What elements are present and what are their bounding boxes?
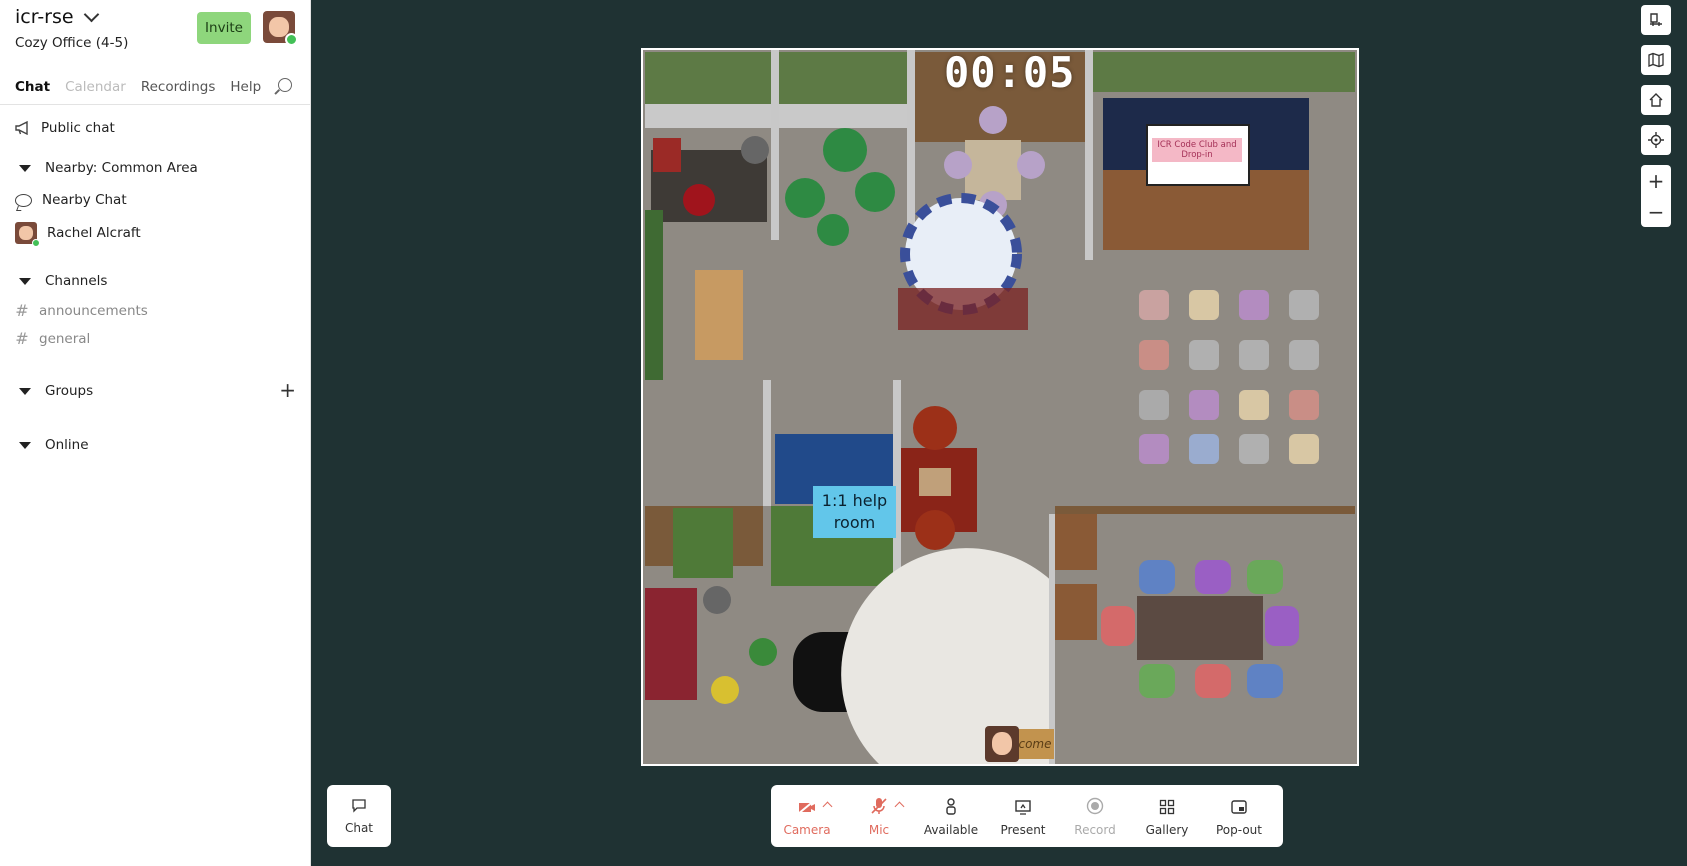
section-label: Channels bbox=[45, 273, 108, 289]
present-button[interactable]: Present bbox=[987, 785, 1059, 847]
chevron-down-icon bbox=[83, 6, 99, 23]
timer: 00:05 bbox=[944, 48, 1076, 97]
chat-bubble-icon bbox=[15, 193, 32, 207]
collapse-triangle-icon bbox=[19, 164, 31, 172]
sidebar-tabs: Chat Calendar Recordings Help bbox=[0, 70, 310, 105]
mic-button[interactable]: Mic bbox=[843, 785, 915, 847]
invite-button[interactable]: Invite bbox=[197, 12, 251, 44]
collapse-triangle-icon bbox=[19, 441, 31, 449]
mic-label: Mic bbox=[868, 823, 890, 837]
help-room-sign: 1:1 help room bbox=[813, 486, 896, 538]
zoom-out-icon[interactable]: − bbox=[1641, 196, 1671, 227]
hash-icon: # bbox=[15, 329, 29, 348]
add-group-icon[interactable]: + bbox=[279, 378, 296, 402]
online-status-dot bbox=[285, 33, 298, 46]
tab-recordings[interactable]: Recordings bbox=[141, 73, 216, 101]
chat-button[interactable]: Chat bbox=[327, 785, 391, 847]
sidebar-item-public-chat[interactable]: Public chat bbox=[15, 120, 115, 136]
sidebar-item-label: Public chat bbox=[41, 120, 115, 136]
sidebar-item-nearby-chat[interactable]: Nearby Chat bbox=[15, 192, 127, 208]
section-label: Nearby: Common Area bbox=[45, 160, 198, 176]
map-icon[interactable] bbox=[1641, 45, 1671, 75]
locate-icon[interactable] bbox=[1641, 125, 1671, 155]
channel-name: announcements bbox=[39, 302, 148, 319]
sidebar: icr-rse Cozy Office (4-5) Invite Chat Ca… bbox=[0, 0, 311, 866]
section-label: Groups bbox=[45, 383, 94, 399]
camera-label: Camera bbox=[783, 823, 831, 837]
sidebar-item-user[interactable]: Rachel Alcraft bbox=[15, 222, 141, 247]
user-name: Rachel Alcraft bbox=[47, 225, 141, 241]
office-map[interactable] bbox=[641, 48, 1359, 766]
section-groups[interactable]: Groups bbox=[15, 383, 93, 399]
screen-share-icon bbox=[1015, 800, 1031, 815]
tab-help[interactable]: Help bbox=[230, 73, 261, 101]
section-online[interactable]: Online bbox=[15, 437, 89, 453]
record-label: Record bbox=[1074, 823, 1116, 837]
tab-chat[interactable]: Chat bbox=[15, 73, 50, 101]
status-label: Available bbox=[923, 823, 979, 837]
media-toolbar: Camera Mic Available Present Record Gall… bbox=[771, 785, 1283, 847]
search-icon[interactable] bbox=[278, 78, 292, 92]
section-channels[interactable]: Channels bbox=[15, 273, 107, 289]
desk-icon[interactable] bbox=[1641, 5, 1671, 35]
workspace-name: icr-rse bbox=[15, 6, 74, 28]
camera-off-icon bbox=[797, 799, 816, 815]
screen-label: ICR Code Club and Drop-in bbox=[1152, 138, 1242, 162]
home-icon[interactable] bbox=[1641, 85, 1671, 115]
presentation-screen[interactable]: ICR Code Club and Drop-in bbox=[1146, 124, 1250, 186]
player-avatar[interactable] bbox=[985, 726, 1019, 762]
welcome-mat: come bbox=[1016, 729, 1054, 759]
channel-name: general bbox=[39, 330, 91, 347]
chat-button-label: Chat bbox=[344, 821, 374, 835]
channel-item[interactable]: # general bbox=[15, 329, 90, 348]
section-label: Online bbox=[45, 437, 89, 453]
record-icon bbox=[1086, 797, 1104, 815]
mic-off-icon bbox=[871, 798, 887, 814]
channel-item[interactable]: # announcements bbox=[15, 301, 148, 320]
workspace-switcher[interactable]: icr-rse bbox=[15, 6, 99, 28]
pop-out-button[interactable]: Pop-out bbox=[1203, 785, 1275, 847]
avatar[interactable] bbox=[263, 11, 298, 46]
gallery-label: Gallery bbox=[1145, 823, 1189, 837]
hash-icon: # bbox=[15, 301, 29, 320]
megaphone-icon bbox=[15, 121, 28, 135]
person-icon bbox=[946, 798, 956, 815]
pop-out-icon bbox=[1231, 800, 1247, 814]
grid-icon bbox=[1159, 799, 1175, 815]
pop-out-label: Pop-out bbox=[1216, 823, 1262, 837]
chat-bubble-icon bbox=[352, 799, 366, 813]
record-button[interactable]: Record bbox=[1059, 785, 1131, 847]
zoom-controls: + − bbox=[1641, 165, 1671, 227]
section-nearby[interactable]: Nearby: Common Area bbox=[15, 160, 198, 176]
collapse-triangle-icon bbox=[19, 277, 31, 285]
collapse-triangle-icon bbox=[19, 387, 31, 395]
zoom-in-icon[interactable]: + bbox=[1641, 165, 1671, 196]
present-label: Present bbox=[1000, 823, 1046, 837]
gallery-button[interactable]: Gallery bbox=[1131, 785, 1203, 847]
tab-calendar[interactable]: Calendar bbox=[65, 73, 126, 101]
camera-button[interactable]: Camera bbox=[771, 785, 843, 847]
space-name: Cozy Office (4-5) bbox=[15, 35, 129, 51]
status-button[interactable]: Available bbox=[915, 785, 987, 847]
sidebar-item-label: Nearby Chat bbox=[42, 192, 127, 208]
avatar bbox=[15, 222, 40, 247]
